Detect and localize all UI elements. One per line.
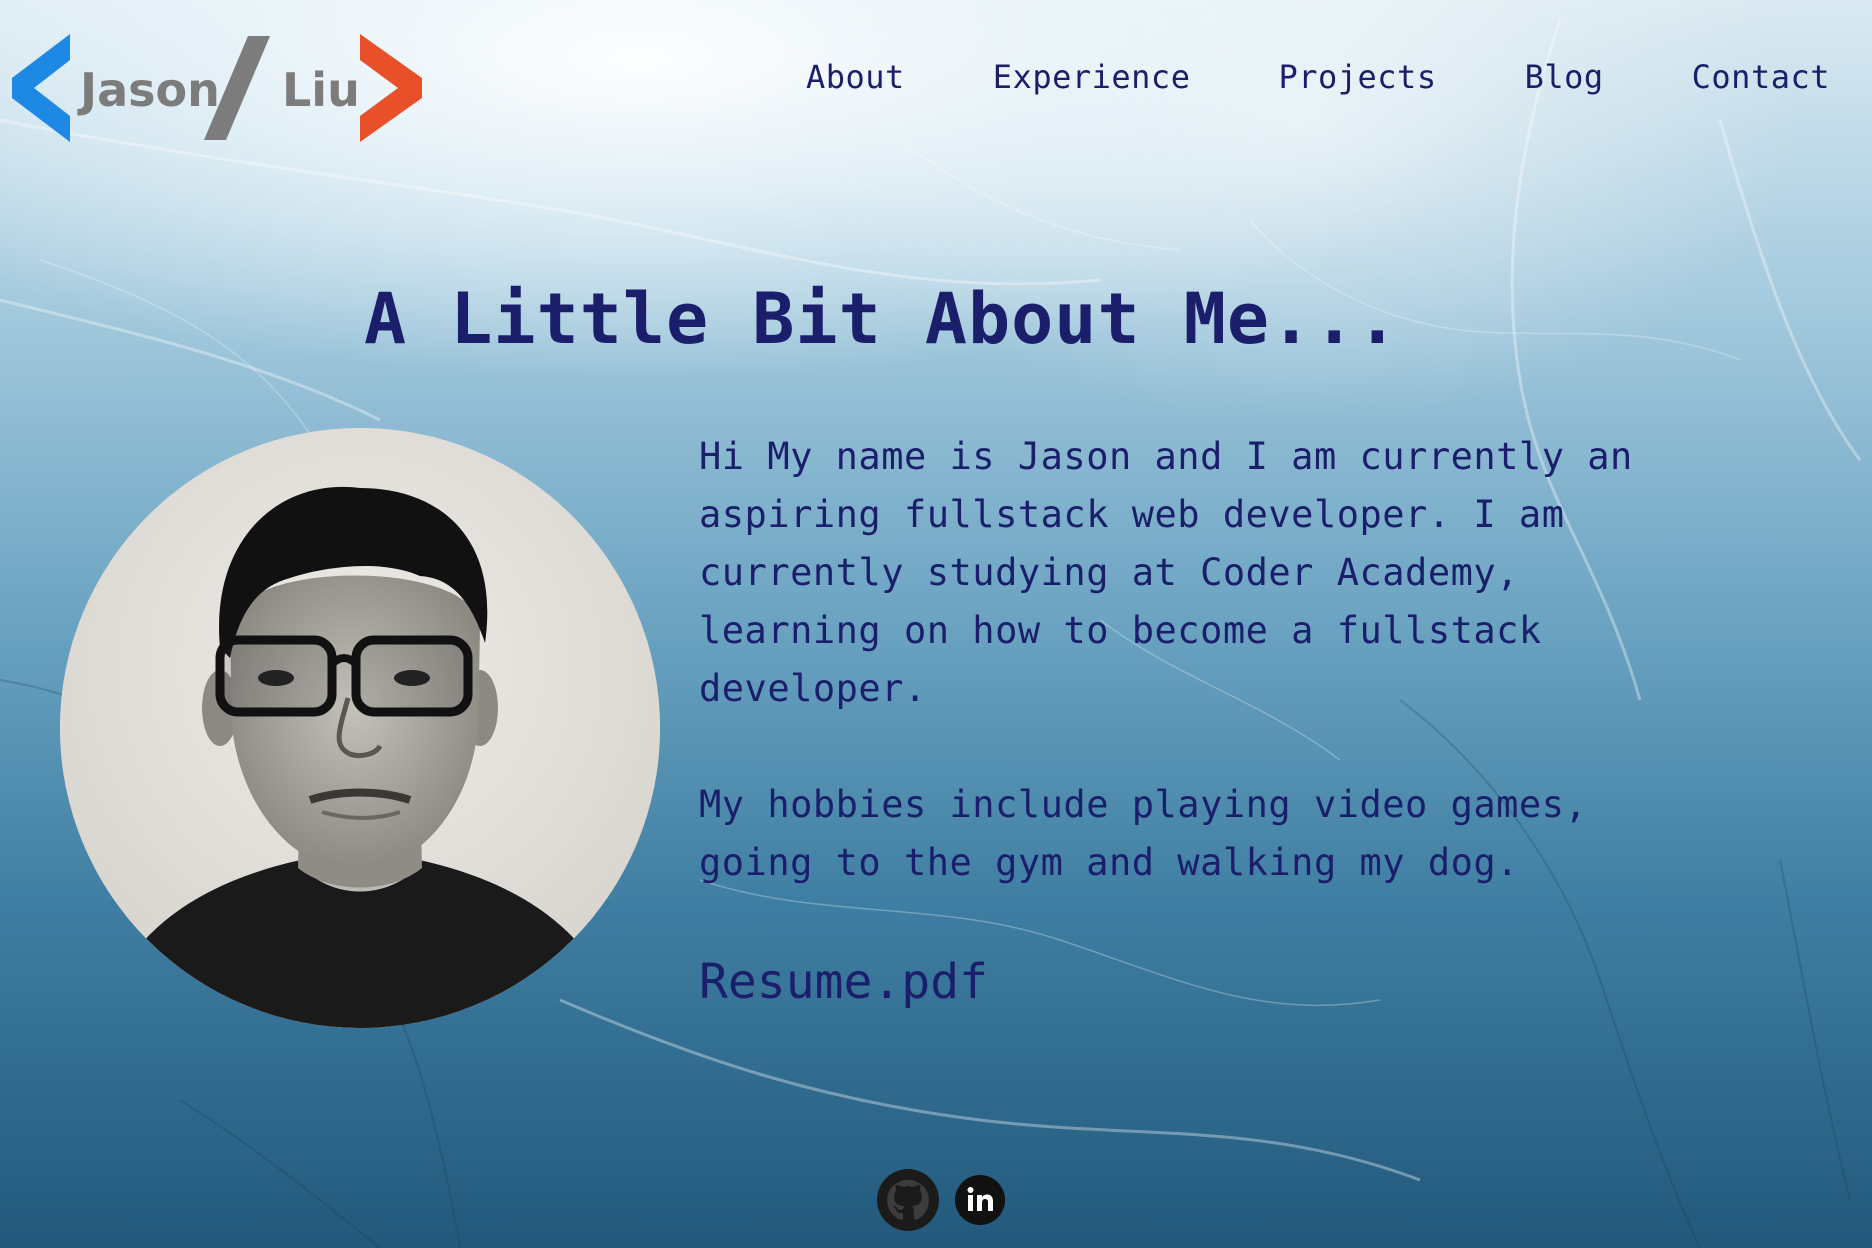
profile-photo [60, 428, 660, 1028]
top-nav: About Experience Projects Blog Contact [718, 58, 1830, 96]
nav-about-link[interactable]: About [806, 58, 905, 96]
github-icon[interactable] [876, 1168, 940, 1232]
page-title: A Little Bit About Me... [364, 278, 1400, 360]
nav-experience-link[interactable]: Experience [993, 58, 1191, 96]
social-links [876, 1168, 1006, 1232]
nav-projects-link[interactable]: Projects [1278, 58, 1436, 96]
bio-paragraph-hobbies: My hobbies include playing video games, … [699, 783, 1588, 884]
nav-blog-link[interactable]: Blog [1525, 58, 1604, 96]
bio-section: Hi My name is Jason and I am currently a… [699, 428, 1699, 1010]
right-chevron-icon [360, 34, 422, 142]
bio-paragraph-intro: Hi My name is Jason and I am currently a… [699, 435, 1633, 710]
logo-last-name: Liu [282, 63, 360, 117]
linkedin-icon[interactable] [954, 1174, 1006, 1226]
left-chevron-icon [12, 34, 70, 142]
logo-first-name: Jason [77, 63, 220, 117]
site-logo[interactable]: Jason Liu [8, 34, 428, 142]
resume-link[interactable]: Resume.pdf [699, 954, 988, 1010]
nav-contact-link[interactable]: Contact [1692, 58, 1830, 96]
